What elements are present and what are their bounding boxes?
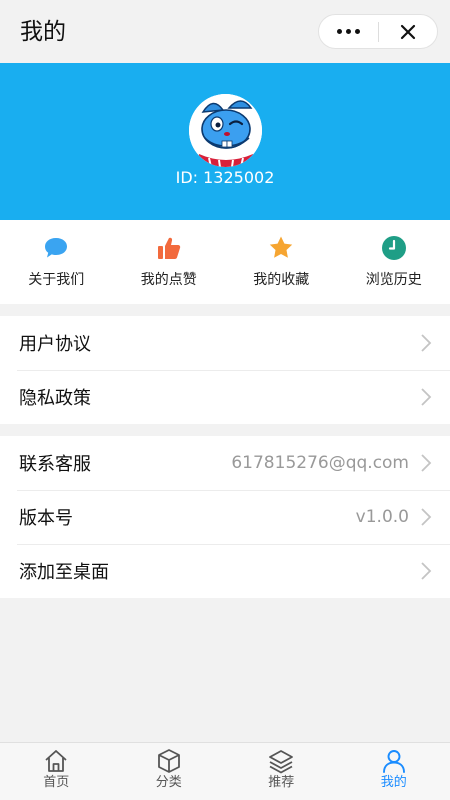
rabbit-avatar-icon bbox=[189, 94, 262, 167]
chevron-right-icon bbox=[421, 388, 432, 406]
action-label: 浏览历史 bbox=[365, 272, 422, 288]
tab-category[interactable]: 分类 bbox=[113, 743, 226, 800]
action-history[interactable]: 浏览历史 bbox=[338, 220, 450, 304]
action-label: 我的点赞 bbox=[140, 272, 197, 288]
tab-label: 我的 bbox=[380, 775, 407, 790]
close-icon bbox=[400, 24, 415, 39]
bottom-tab-bar: 首页 分类 推荐 我的 bbox=[0, 742, 450, 800]
quick-actions: 关于我们 我的点赞 我的收藏 浏览历史 bbox=[0, 220, 450, 304]
version-row[interactable]: 版本号 v1.0.0 bbox=[0, 490, 450, 544]
layers-icon bbox=[269, 750, 294, 774]
star-icon bbox=[267, 234, 295, 262]
chevron-right-icon bbox=[421, 508, 432, 526]
support-email: 617815276@qq.com bbox=[231, 453, 409, 473]
version-value: v1.0.0 bbox=[355, 507, 409, 527]
mini-program-capsule bbox=[318, 14, 438, 49]
thumbs-up-icon bbox=[155, 234, 183, 262]
page-title: 我的 bbox=[20, 19, 66, 45]
privacy-policy-row[interactable]: 隐私政策 bbox=[0, 370, 450, 424]
chevron-right-icon bbox=[421, 454, 432, 472]
close-button[interactable] bbox=[378, 15, 437, 48]
clock-icon bbox=[380, 234, 408, 262]
add-to-desktop-row[interactable]: 添加至桌面 bbox=[0, 544, 450, 598]
avatar[interactable] bbox=[189, 94, 262, 167]
settings-group-legal: 用户协议 隐私政策 bbox=[0, 316, 450, 424]
tab-home[interactable]: 首页 bbox=[0, 743, 113, 800]
action-my-favorites[interactable]: 我的收藏 bbox=[225, 220, 338, 304]
title-bar: 我的 bbox=[0, 0, 450, 63]
row-label: 联系客服 bbox=[19, 454, 91, 475]
user-id: ID: 1325002 bbox=[175, 168, 275, 187]
row-label: 版本号 bbox=[19, 508, 73, 529]
action-label: 我的收藏 bbox=[253, 272, 310, 288]
user-agreement-row[interactable]: 用户协议 bbox=[0, 316, 450, 370]
chevron-right-icon bbox=[421, 334, 432, 352]
profile-banner: ID: 1325002 bbox=[0, 63, 450, 220]
action-label: 关于我们 bbox=[28, 272, 85, 288]
more-dots-icon bbox=[336, 29, 360, 34]
row-label: 用户协议 bbox=[19, 334, 91, 355]
tab-mine[interactable]: 我的 bbox=[338, 743, 450, 800]
chevron-right-icon bbox=[421, 562, 432, 580]
tab-label: 首页 bbox=[43, 775, 70, 790]
action-about-us[interactable]: 关于我们 bbox=[0, 220, 113, 304]
tab-recommend[interactable]: 推荐 bbox=[225, 743, 338, 800]
tab-label: 分类 bbox=[155, 775, 182, 790]
cube-icon bbox=[157, 749, 180, 773]
tab-label: 推荐 bbox=[268, 775, 295, 790]
user-icon bbox=[382, 750, 405, 773]
chat-bubble-icon bbox=[42, 234, 70, 262]
settings-group-info: 联系客服 617815276@qq.com 版本号 v1.0.0 添加至桌面 bbox=[0, 436, 450, 598]
more-button[interactable] bbox=[319, 15, 378, 48]
action-my-likes[interactable]: 我的点赞 bbox=[113, 220, 226, 304]
contact-support-row[interactable]: 联系客服 617815276@qq.com bbox=[0, 436, 450, 490]
home-icon bbox=[45, 750, 67, 772]
row-label: 添加至桌面 bbox=[19, 562, 109, 583]
row-label: 隐私政策 bbox=[19, 388, 91, 409]
